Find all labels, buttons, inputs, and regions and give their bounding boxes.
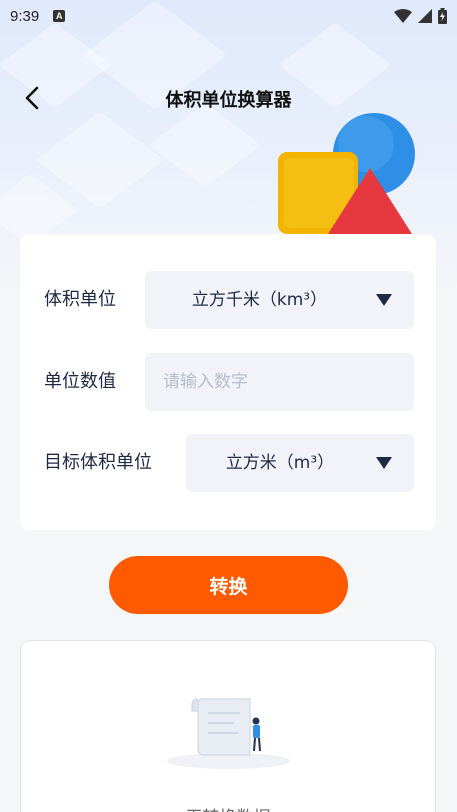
volume-unit-select[interactable]: 立方千米（km³） <box>145 271 414 329</box>
converter-form-card: 体积单位 立方千米（km³） 单位数值 目标体积单位 立方米（m³） <box>20 234 436 530</box>
empty-state-illustration <box>167 698 291 769</box>
empty-result-text: 无转换数据 <box>21 803 435 812</box>
volume-unit-label: 体积单位 <box>44 289 116 310</box>
unit-value-label: 单位数值 <box>44 371 116 392</box>
unit-value-input[interactable] <box>145 353 414 411</box>
convert-button[interactable]: 转换 <box>109 556 348 614</box>
caret-down-icon <box>376 294 392 306</box>
target-unit-select[interactable]: 立方米（m³） <box>186 434 414 492</box>
wifi-icon <box>394 9 412 23</box>
result-card: 无转换数据 <box>20 640 436 812</box>
target-unit-selected: 立方米（m³） <box>225 453 335 473</box>
volume-unit-selected: 立方千米（km³） <box>191 290 328 310</box>
target-unit-row: 目标体积单位 立方米（m³） <box>20 434 436 492</box>
signal-icon <box>418 9 432 23</box>
status-time: 9:39 <box>10 7 40 25</box>
status-bar: 9:39 A <box>0 0 457 32</box>
caret-down-icon <box>376 457 392 469</box>
battery-icon <box>438 8 447 24</box>
a-icon: A <box>53 10 66 22</box>
target-unit-label: 目标体积单位 <box>44 452 152 473</box>
volume-unit-row: 体积单位 立方千米（km³） <box>20 271 436 329</box>
shapes-illustration <box>278 113 415 234</box>
status-icons <box>394 8 447 24</box>
unit-value-row: 单位数值 <box>20 353 436 411</box>
